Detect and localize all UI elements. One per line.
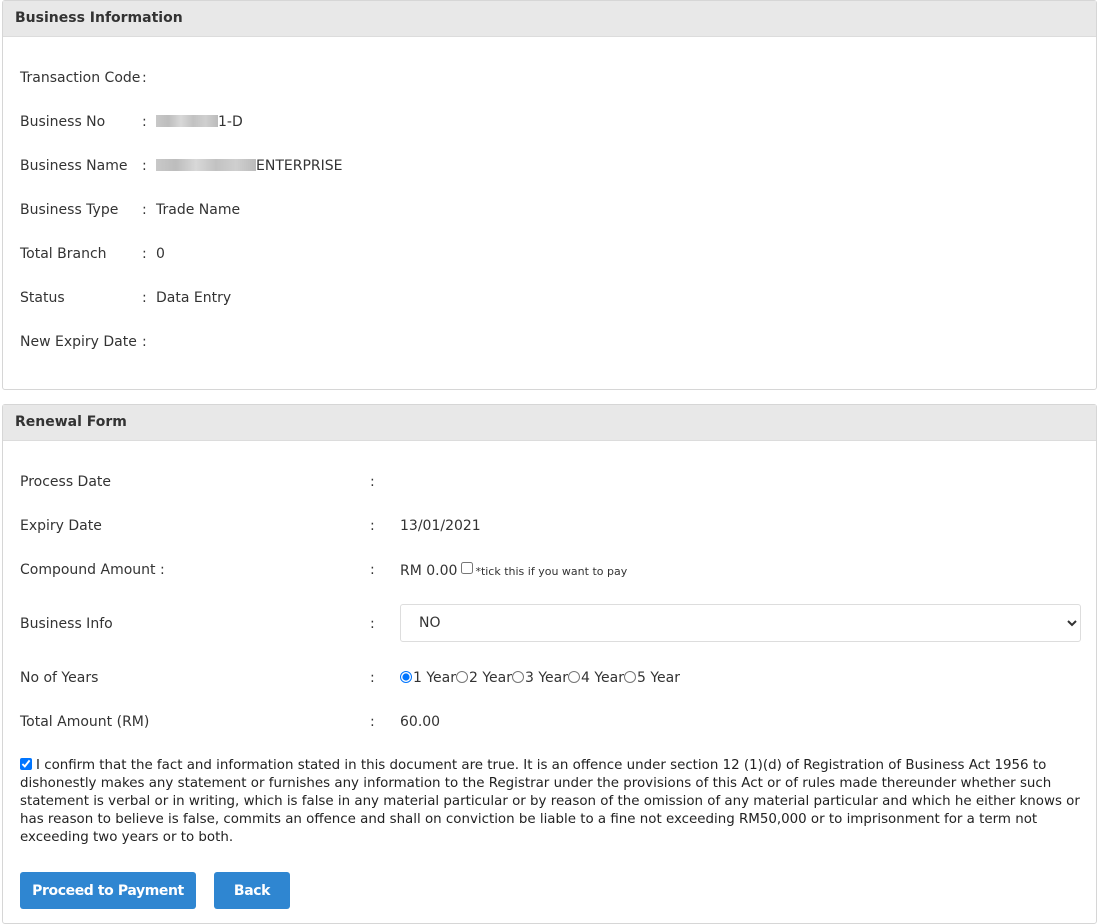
radio-input[interactable] xyxy=(400,671,412,683)
radio-input[interactable] xyxy=(512,671,524,683)
business-info-select[interactable]: NO xyxy=(400,604,1081,642)
field-value: 1-D xyxy=(218,114,243,130)
confirmation-statement: I confirm that the fact and information … xyxy=(20,757,1080,847)
confirmation-text: I confirm that the fact and information … xyxy=(20,758,1080,845)
field-label: Total Amount (RM) xyxy=(20,714,150,730)
field-label: New Expiry Date xyxy=(20,334,137,350)
compound-amount-value: RM 0.00 xyxy=(400,563,458,579)
panel-title: Business Information xyxy=(3,1,1096,37)
proceed-to-payment-button[interactable]: Proceed to Payment xyxy=(20,872,196,909)
compound-note: *tick this if you want to pay xyxy=(475,565,628,578)
radio-input[interactable] xyxy=(456,671,468,683)
field-value: 13/01/2021 xyxy=(400,518,481,534)
radio-3-year[interactable]: 3 Year xyxy=(512,670,568,686)
business-information-panel: Business Information Transaction Code : … xyxy=(2,0,1097,390)
radio-input[interactable] xyxy=(624,671,636,683)
field-label: Total Branch xyxy=(20,246,107,262)
radio-input[interactable] xyxy=(568,671,580,683)
field-label: Compound Amount : xyxy=(20,562,165,578)
field-value: 60.00 xyxy=(400,714,441,730)
field-label: Status xyxy=(20,290,65,306)
field-label: Process Date xyxy=(20,474,112,490)
field-label: Business Type xyxy=(20,202,119,218)
field-label: Business No xyxy=(20,114,106,130)
field-value: Data Entry xyxy=(156,290,232,306)
renewal-form-panel: Renewal Form Process Date : Expiry Date … xyxy=(2,404,1097,924)
redacted-block xyxy=(156,115,218,127)
field-label: No of Years xyxy=(20,670,99,686)
field-value: Trade Name xyxy=(156,202,241,218)
field-label: Expiry Date xyxy=(20,518,102,534)
pay-compound-checkbox[interactable] xyxy=(461,562,474,574)
panel-title: Renewal Form xyxy=(3,405,1096,441)
radio-4-year[interactable]: 4 Year xyxy=(568,670,624,686)
no-of-years-radio-group: 1 Year 2 Year 3 Year 4 Year 5 Year xyxy=(400,670,680,686)
radio-2-year[interactable]: 2 Year xyxy=(456,670,512,686)
radio-1-year[interactable]: 1 Year xyxy=(400,670,456,686)
field-value: 0 xyxy=(156,246,165,262)
field-value: ENTERPRISE xyxy=(256,158,343,174)
field-label: Transaction Code xyxy=(20,70,141,86)
confirm-checkbox[interactable] xyxy=(20,758,32,770)
back-button[interactable]: Back xyxy=(214,872,290,909)
radio-5-year[interactable]: 5 Year xyxy=(624,670,680,686)
field-label: Business Info xyxy=(20,616,113,632)
field-label: Business Name xyxy=(20,158,128,174)
redacted-block xyxy=(156,159,256,171)
